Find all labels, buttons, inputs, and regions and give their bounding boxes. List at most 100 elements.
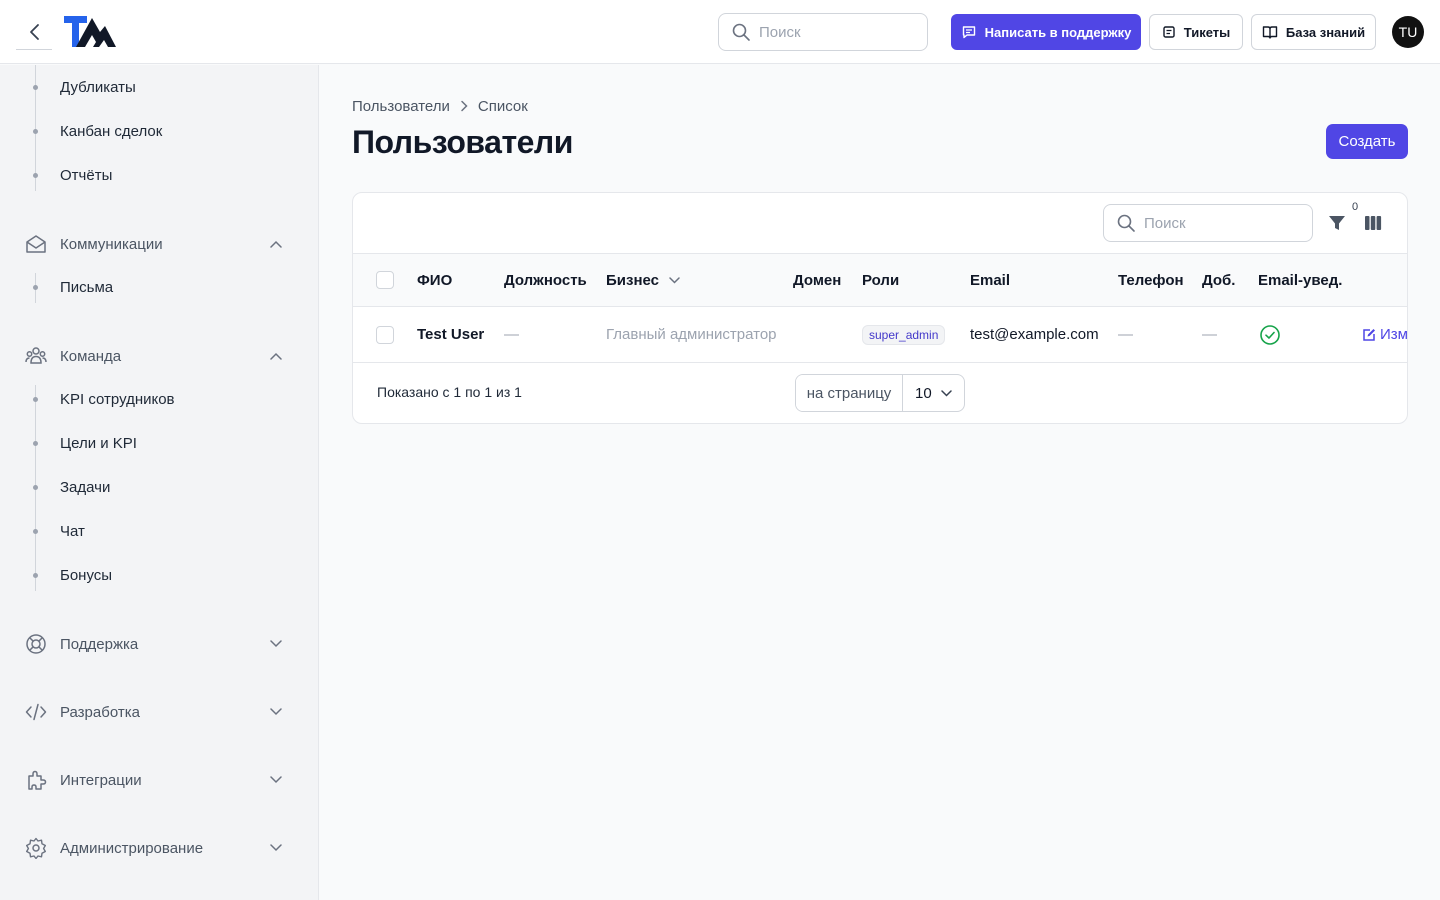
global-search-input[interactable] [759, 23, 909, 41]
sidebar-item-tasks[interactable]: Задачи [60, 478, 110, 498]
code-icon [24, 700, 48, 724]
team-icon [24, 344, 48, 368]
cell-roles: super_admin [862, 307, 946, 362]
column-header-domain: Домен [793, 271, 842, 289]
support-button-label: Написать в поддержку [984, 24, 1132, 40]
per-page-value: 10 [915, 384, 932, 402]
breadcrumb-list: Список [477, 97, 528, 115]
chevron-down-icon [268, 636, 284, 652]
chevron-down-icon [268, 840, 284, 856]
nav-dot [33, 573, 38, 578]
table-row[interactable]: Test User — Главный администратор super_… [353, 307, 1408, 363]
back-button[interactable] [16, 14, 52, 50]
column-header-ext: Доб. [1202, 271, 1236, 289]
cell-phone: — [1118, 326, 1133, 343]
column-header-name: ФИО [417, 271, 453, 289]
table-search-input[interactable] [1144, 214, 1294, 232]
sidebar-group-label: Команда [60, 347, 122, 365]
column-header-phone: Телефон [1118, 271, 1184, 289]
column-header-business[interactable]: Бизнес [606, 254, 680, 306]
nav-dot [33, 85, 38, 90]
nav-dot [33, 173, 38, 178]
chevron-up-icon [268, 348, 284, 364]
column-header-roles: Роли [862, 271, 900, 289]
sidebar-item-bonuses[interactable]: Бонусы [60, 566, 112, 586]
sidebar-group-label: Поддержка [60, 635, 139, 653]
puzzle-icon [24, 768, 48, 792]
select-all-cell [376, 254, 394, 306]
filter-icon[interactable] [1327, 213, 1347, 233]
cell-email: test@example.com [970, 326, 1099, 343]
sidebar-group-communications[interactable]: Коммуникации [24, 232, 284, 256]
cell-actions: Изм [1362, 307, 1408, 362]
lifebuoy-icon [24, 632, 48, 656]
column-header-business-label: Бизнес [606, 271, 660, 289]
nav-dot [33, 285, 38, 290]
breadcrumb: Пользователи Список [352, 96, 528, 116]
cell-email-notify [1259, 307, 1281, 362]
table-search[interactable] [1103, 204, 1313, 242]
edit-link[interactable]: Изм [1362, 326, 1408, 343]
sidebar-item-goals-kpi[interactable]: Цели и KPI [60, 434, 137, 454]
nav-dot [33, 129, 38, 134]
per-page-label: на страницу [796, 375, 903, 411]
top-bar: Написать в поддержку Тикеты База знаний … [0, 0, 1440, 64]
search-icon [1117, 214, 1135, 232]
columns-icon[interactable] [1364, 214, 1382, 232]
chevron-down-icon [941, 389, 952, 397]
tickets-button[interactable]: Тикеты [1149, 14, 1243, 50]
pagination-summary: Показано с 1 по 1 из 1 [377, 384, 522, 400]
nav-dot [33, 485, 38, 490]
sidebar-group-label: Коммуникации [60, 235, 163, 253]
sidebar-group-development[interactable]: Разработка [24, 700, 284, 724]
column-header-email: Email [970, 271, 1011, 289]
chevron-up-icon [268, 236, 284, 252]
app-logo[interactable] [63, 14, 117, 50]
knowledge-base-label: База знаний [1285, 24, 1366, 40]
global-search[interactable] [718, 13, 928, 51]
edit-icon [1363, 328, 1375, 341]
cell-position: — [504, 326, 519, 343]
sidebar-item-reports[interactable]: Отчёты [60, 166, 112, 186]
support-button[interactable]: Написать в поддержку [951, 14, 1141, 50]
select-all-checkbox[interactable] [376, 271, 394, 289]
nav-dot [33, 529, 38, 534]
breadcrumb-users[interactable]: Пользователи [352, 98, 450, 115]
chevron-down-icon [268, 772, 284, 788]
sidebar-group-label: Разработка [60, 703, 140, 721]
sidebar-item-deals-kanban[interactable]: Канбан сделок [60, 122, 162, 142]
tickets-button-label: Тикеты [1183, 24, 1231, 40]
row-checkbox[interactable] [376, 325, 394, 344]
edit-link-label: Изм [1380, 326, 1408, 343]
check-circle-icon [1260, 324, 1280, 345]
per-page-control: на страницу 10 [795, 374, 965, 412]
chevron-down-icon [268, 704, 284, 720]
cell-business: Главный администратор [606, 326, 777, 343]
sidebar-group-integrations[interactable]: Интеграции [24, 768, 284, 792]
user-avatar[interactable]: TU [1392, 16, 1424, 48]
sidebar-group-label: Интеграции [60, 771, 142, 789]
gear-icon [24, 836, 48, 860]
row-select-cell [376, 307, 394, 362]
table-header: ФИО Должность Бизнес Домен Роли Email Те… [353, 253, 1407, 307]
per-page-select[interactable]: 10 [903, 375, 964, 411]
sidebar-item-duplicates[interactable]: Дубликаты [60, 78, 136, 98]
sidebar-item-letters[interactable]: Письма [60, 278, 113, 298]
search-icon [732, 23, 750, 41]
sidebar-item-chat[interactable]: Чат [60, 522, 85, 542]
cell-name: Test User [417, 326, 485, 343]
sidebar-group-team[interactable]: Команда [24, 344, 284, 368]
sidebar-group-support[interactable]: Поддержка [24, 632, 284, 656]
page-title: Пользователи [352, 124, 573, 160]
role-badge: super_admin [862, 324, 946, 345]
chevron-right-icon [461, 100, 468, 112]
cell-ext: — [1202, 326, 1217, 343]
chevron-left-icon [30, 23, 39, 40]
create-button[interactable]: Создать [1326, 124, 1408, 159]
sidebar-group-label: Администрирование [60, 839, 204, 857]
sidebar-group-administration[interactable]: Администрирование [24, 836, 284, 860]
column-header-position: Должность [504, 271, 587, 289]
chat-icon [962, 26, 975, 39]
sidebar-item-employee-kpi[interactable]: KPI сотрудников [60, 390, 175, 410]
knowledge-base-button[interactable]: База знаний [1251, 14, 1376, 50]
